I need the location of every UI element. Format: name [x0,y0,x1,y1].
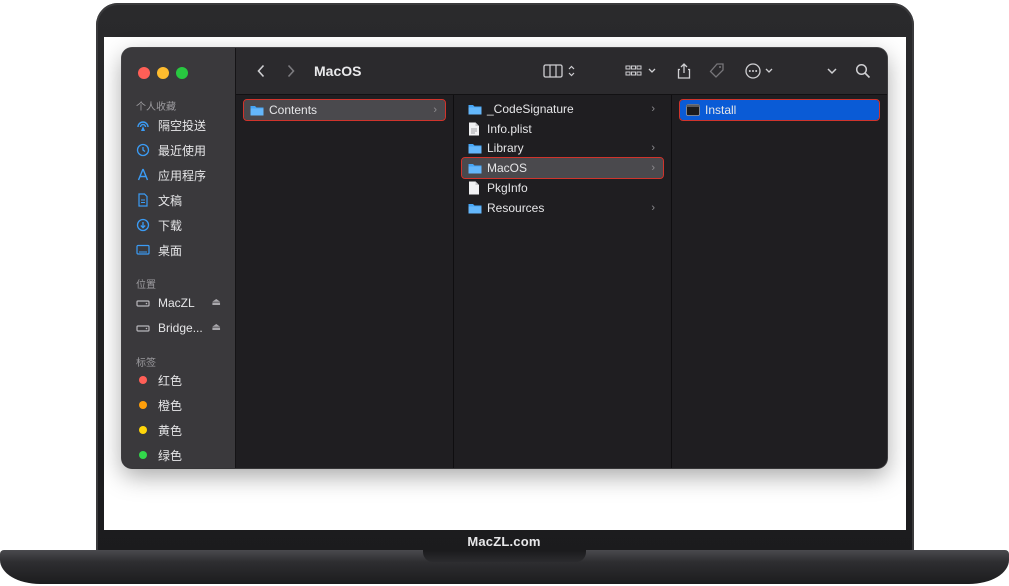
chevron-right-icon: › [651,103,655,115]
folder-icon [468,201,482,215]
list-item-resources[interactable]: Resources › [462,198,663,218]
sidebar-item-label: 红色 [158,373,183,388]
overflow-chevron-button[interactable] [824,60,840,82]
list-item-info-plist[interactable]: Info.plist [462,119,663,139]
disk-icon [136,321,150,335]
sidebar-item-label: Bridge... [158,321,203,335]
sidebar-item-label: 绿色 [158,448,183,463]
forward-button[interactable] [282,60,300,82]
red-tag-dot-icon [139,376,147,384]
list-item-label: Library [487,141,524,155]
finder-window: 个人收藏 隔空投送 最近使用 应用程序 文稿 下载 桌面 位置 MacZL ⏏ … [122,48,887,468]
chevron-down-icon [827,68,837,75]
sidebar-item-tag-red[interactable]: 红色 [136,370,232,390]
brand-watermark: MacZL.com [467,534,541,549]
list-item-label: PkgInfo [487,181,528,195]
share-button[interactable] [674,60,694,82]
sidebar-item-label: 应用程序 [158,168,207,183]
chevron-right-icon: › [651,202,655,214]
column-2: _CodeSignature › Info.plist Library › Ma… [454,95,672,468]
list-item-contents[interactable]: Contents › [243,99,446,121]
list-item-label: _CodeSignature [487,102,574,116]
list-item-label: Resources [487,201,545,215]
sidebar-item-label: 橙色 [158,398,183,413]
list-item-macos[interactable]: MacOS › [461,157,664,179]
list-item-library[interactable]: Library › [462,138,663,158]
sidebar-item-label: 隔空投送 [158,118,207,133]
sidebar-item-label: 下载 [158,218,183,233]
view-columns-button[interactable] [542,60,580,82]
list-item-label: MacOS [487,161,528,175]
column-browser: Contents › _CodeSignature › Info.plist L… [236,95,887,468]
folder-icon [468,102,482,116]
list-item-pkginfo[interactable]: PkgInfo [462,178,663,198]
search-button[interactable] [852,60,874,82]
sidebar-item-downloads[interactable]: 下载 [136,215,232,235]
sidebar-item-label: 文稿 [158,193,183,208]
folder-icon [250,103,264,117]
sidebar-item-tag-yellow[interactable]: 黄色 [136,420,232,440]
list-item-label: Contents [269,103,318,117]
locations-header: 位置 [136,280,156,291]
more-actions-button[interactable] [744,60,778,82]
search-icon [855,63,871,79]
document-icon [136,193,150,207]
group-button[interactable] [624,60,660,82]
chevron-right-icon: › [433,104,437,116]
laptop-notch [423,550,586,562]
favorites-header: 个人收藏 [136,102,176,113]
tag-icon [709,63,724,78]
chevron-right-icon [287,64,295,78]
back-button[interactable] [252,60,270,82]
sidebar-item-label: 黄色 [158,423,183,438]
terminal-executable-icon [686,103,700,117]
list-item-label: Info.plist [487,122,532,136]
toolbar: MacOS [236,48,887,95]
close-button[interactable] [138,67,150,79]
sidebar-item-label: 桌面 [158,243,183,258]
column-3: Install [672,95,887,468]
folder-icon [468,141,482,155]
folder-icon [468,161,482,175]
yellow-tag-dot-icon [139,426,147,434]
tags-header: 标签 [136,358,156,369]
chevron-right-icon: › [651,142,655,154]
chevron-left-icon [257,64,265,78]
chevron-right-icon: › [651,162,655,174]
tag-button[interactable] [706,60,728,82]
sidebar-item-tag-green[interactable]: 绿色 [136,445,232,465]
list-item-install[interactable]: Install [679,99,880,121]
sidebar: 个人收藏 隔空投送 最近使用 应用程序 文稿 下载 桌面 位置 MacZL ⏏ … [122,48,236,468]
sidebar-item-recents[interactable]: 最近使用 [136,140,232,160]
file-icon [468,181,482,195]
column-1: Contents › [236,95,454,468]
airdrop-icon [136,118,150,132]
sidebar-item-applications[interactable]: 应用程序 [136,165,232,185]
download-icon [136,218,150,232]
zoom-button[interactable] [176,67,188,79]
clock-icon [136,143,150,157]
grid-icon [625,65,656,76]
ellipsis-circle-icon [745,63,773,79]
list-item-codesignature[interactable]: _CodeSignature › [462,99,663,119]
window-title: MacOS [314,63,362,79]
eject-icon[interactable]: ⏏ [212,297,221,308]
sidebar-item-label: MacZL [158,296,195,310]
columns-view-icon [543,64,575,78]
eject-icon[interactable]: ⏏ [212,322,221,333]
green-tag-dot-icon [139,451,147,459]
sidebar-item-tag-orange[interactable]: 橙色 [136,395,232,415]
file-icon [468,122,482,136]
disk-icon [136,296,150,310]
share-icon [677,63,691,79]
list-item-label: Install [705,103,737,117]
desktop-icon [136,243,150,257]
sidebar-item-documents[interactable]: 文稿 [136,190,232,210]
minimize-button[interactable] [157,67,169,79]
applications-icon [136,168,150,182]
orange-tag-dot-icon [139,401,147,409]
sidebar-item-airdrop[interactable]: 隔空投送 [136,115,232,135]
sidebar-item-label: 最近使用 [158,143,207,158]
sidebar-item-desktop[interactable]: 桌面 [136,240,232,260]
